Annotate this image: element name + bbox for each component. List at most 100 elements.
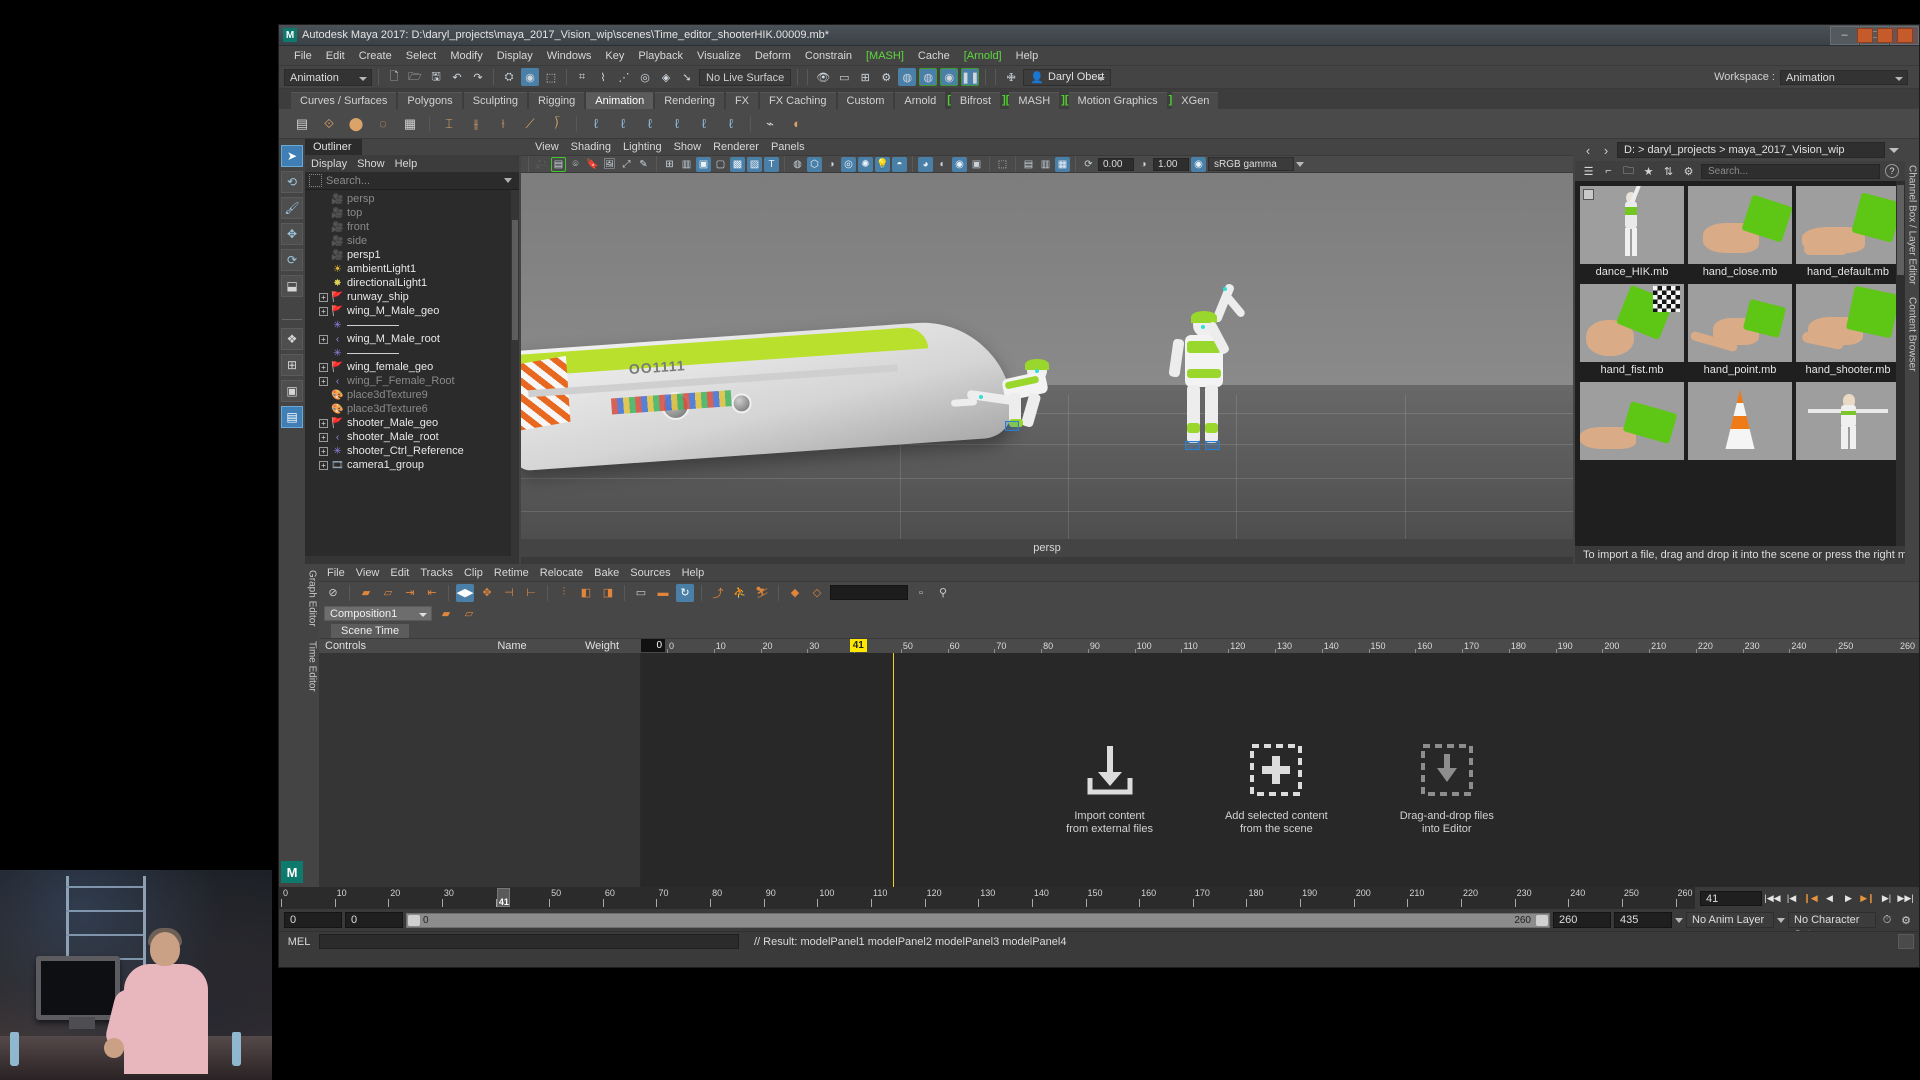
rotate-tool-icon[interactable]: ⟳: [281, 249, 303, 271]
smooth-shade-selected-icon[interactable]: ◑: [824, 157, 839, 172]
viewport-menu-panels[interactable]: Panels: [771, 141, 805, 153]
content-browser-thumbnail[interactable]: [1688, 382, 1792, 460]
outliner-item[interactable]: + ‹ wing_F_Female_Root: [305, 374, 519, 388]
animation-end-field[interactable]: 260: [1553, 912, 1611, 928]
shelf-tab-fx[interactable]: FX: [725, 92, 759, 109]
image-plane-icon[interactable]: 🖼: [602, 157, 617, 172]
exposure-icon[interactable]: T: [764, 156, 779, 172]
film-gate-icon[interactable]: ▥: [679, 157, 694, 172]
exposure-field[interactable]: 0.00: [1098, 157, 1134, 171]
split-clip-icon[interactable]: ⫶: [555, 584, 573, 602]
undo-icon[interactable]: ↶: [448, 68, 466, 86]
quick-layout-persp-icon[interactable]: ▣: [281, 380, 303, 402]
color-space-selector[interactable]: sRGB gamma: [1208, 157, 1294, 171]
content-browser-thumbnail[interactable]: [1580, 382, 1684, 460]
insert-joint-icon[interactable]: ⟌: [546, 113, 568, 135]
lock-camera-icon[interactable]: ▤: [551, 156, 566, 172]
soft-mod-icon[interactable]: ℓ: [720, 113, 742, 135]
wrap-deformer-icon[interactable]: ℓ: [639, 113, 661, 135]
shelf-tab-curves---surfaces[interactable]: Curves / Surfaces: [291, 92, 397, 109]
open-scene-icon[interactable]: 🗁: [406, 68, 424, 86]
content-browser-item[interactable]: hand_close.mb: [1688, 186, 1792, 280]
trim-start-icon[interactable]: ⊣: [500, 584, 518, 602]
mirror-joint-icon[interactable]: ⟊: [492, 113, 514, 135]
menu-item-constrain[interactable]: Constrain: [798, 46, 859, 66]
import-arrow-icon[interactable]: [1082, 742, 1138, 801]
shelf-tab-xgen[interactable]: XGen: [1172, 92, 1219, 109]
time-editor-track-list[interactable]: [319, 653, 641, 887]
command-language-label[interactable]: MEL: [284, 936, 314, 948]
ik-handle-icon[interactable]: ⌶: [438, 113, 460, 135]
trim-end-icon[interactable]: ⊢: [522, 584, 540, 602]
character-set-selector[interactable]: No Character Set: [1788, 912, 1876, 941]
display-textures-icon[interactable]: ▤: [1021, 157, 1036, 172]
shelf-tab-animation[interactable]: Animation: [586, 92, 654, 109]
outliner-item[interactable]: ☀ ambientLight1: [305, 262, 519, 276]
outliner-item[interactable]: 🎥 side: [305, 234, 519, 248]
outliner-item[interactable]: + 🚩 wing_female_geo: [305, 360, 519, 374]
disable-all-clips-icon[interactable]: ⊘: [324, 584, 342, 602]
menu-item-create[interactable]: Create: [352, 46, 399, 66]
script-editor-icon[interactable]: [1898, 934, 1914, 949]
multisample-aa-icon[interactable]: ◉: [952, 156, 967, 172]
time-editor-hint[interactable]: Import content from external files: [1066, 742, 1153, 836]
ipr-render-icon[interactable]: ◍: [919, 68, 938, 86]
list-view-icon[interactable]: ☰: [1581, 164, 1596, 179]
content-browser-item[interactable]: hand_fist.mb: [1580, 284, 1684, 378]
menu-item-edit[interactable]: Edit: [319, 46, 352, 66]
expand-toggle-icon[interactable]: +: [319, 460, 328, 470]
trim-after-icon[interactable]: ◨: [599, 584, 617, 602]
menu-item-deform[interactable]: Deform: [748, 46, 798, 66]
lattice-deformer-icon[interactable]: ℓ: [612, 113, 634, 135]
outliner-item[interactable]: + 🎞 camera1_group: [305, 458, 519, 472]
add-plus-icon[interactable]: [1248, 742, 1304, 801]
time-editor-value-field[interactable]: [830, 585, 908, 600]
two-d-pan-zoom-icon[interactable]: ⤢: [619, 157, 634, 172]
time-editor-hint[interactable]: Drag-and-drop files into Editor: [1400, 742, 1494, 836]
user-account-menu[interactable]: 👤 Daryl Obert: [1023, 68, 1112, 86]
shadows-icon[interactable]: ◓: [892, 156, 907, 172]
content-browser-item[interactable]: hand_point.mb: [1688, 284, 1792, 378]
cycle-clip-icon[interactable]: ↻: [676, 583, 694, 602]
time-editor-menu-clip[interactable]: Clip: [464, 567, 483, 579]
paint-select-tool-icon[interactable]: 🖌: [281, 197, 303, 219]
create-track-icon[interactable]: ▰: [357, 584, 375, 602]
time-editor-hint[interactable]: Add selected content from the scene: [1225, 742, 1328, 836]
content-browser-thumbnail[interactable]: [1688, 284, 1792, 362]
tab-time-editor[interactable]: Time Editor: [307, 641, 318, 692]
select-by-object-type-icon[interactable]: ◉: [521, 68, 539, 86]
snap-to-projected-center-icon[interactable]: ◎: [636, 68, 654, 86]
chevron-down-icon[interactable]: [1889, 147, 1899, 153]
time-editor-menu-file[interactable]: File: [327, 567, 345, 579]
outliner-item[interactable]: + 🚩 runway_ship: [305, 290, 519, 304]
shelf-tab-polygons[interactable]: Polygons: [398, 92, 462, 109]
menu-item-help[interactable]: Help: [1009, 46, 1046, 66]
outliner-horizontal-scrollbar[interactable]: [305, 556, 519, 564]
shelf-tab-rendering[interactable]: Rendering: [655, 92, 724, 109]
select-by-hierarchy-icon[interactable]: ⛭: [500, 68, 518, 86]
attribute-editor-toggle-icon[interactable]: ▭: [835, 68, 853, 86]
quick-layout-custom-icon[interactable]: ▤: [281, 406, 303, 428]
chevron-left-icon[interactable]: ‹: [1581, 142, 1595, 158]
wire-deformer-icon[interactable]: ℓ: [693, 113, 715, 135]
save-scene-icon[interactable]: 🖫: [427, 68, 445, 86]
time-editor-menu-retime[interactable]: Retime: [494, 567, 529, 579]
outliner-menu-help[interactable]: Help: [395, 158, 418, 170]
tab-scene-time[interactable]: Scene Time: [331, 624, 410, 638]
select-tool-icon[interactable]: ➤: [281, 145, 303, 167]
range-slider[interactable]: 0 260: [406, 912, 1550, 928]
outliner-search-input[interactable]: Search...: [326, 175, 500, 187]
menu-item-cache[interactable]: Cache: [911, 46, 957, 66]
range-handle-left[interactable]: [408, 914, 420, 926]
time-editor-track-area[interactable]: Import content from external files Add se…: [641, 653, 1919, 887]
shelf-tab-sculpting[interactable]: Sculpting: [463, 92, 527, 109]
tab-content-browser[interactable]: Content Browser: [1907, 297, 1918, 371]
content-browser-path[interactable]: D: > daryl_projects > maya_2017_Vision_w…: [1617, 142, 1885, 158]
move-clip-icon[interactable]: ✥: [478, 584, 496, 602]
expand-toggle-icon[interactable]: +: [319, 418, 328, 428]
ripple-edit-icon[interactable]: ◀▶: [456, 583, 474, 602]
menu-item-playback[interactable]: Playback: [631, 46, 690, 66]
menu-item-visualize[interactable]: Visualize: [690, 46, 748, 66]
auto-key-icon[interactable]: ⏱: [1879, 912, 1895, 928]
ghost-clip-icon[interactable]: ◇: [808, 584, 826, 602]
